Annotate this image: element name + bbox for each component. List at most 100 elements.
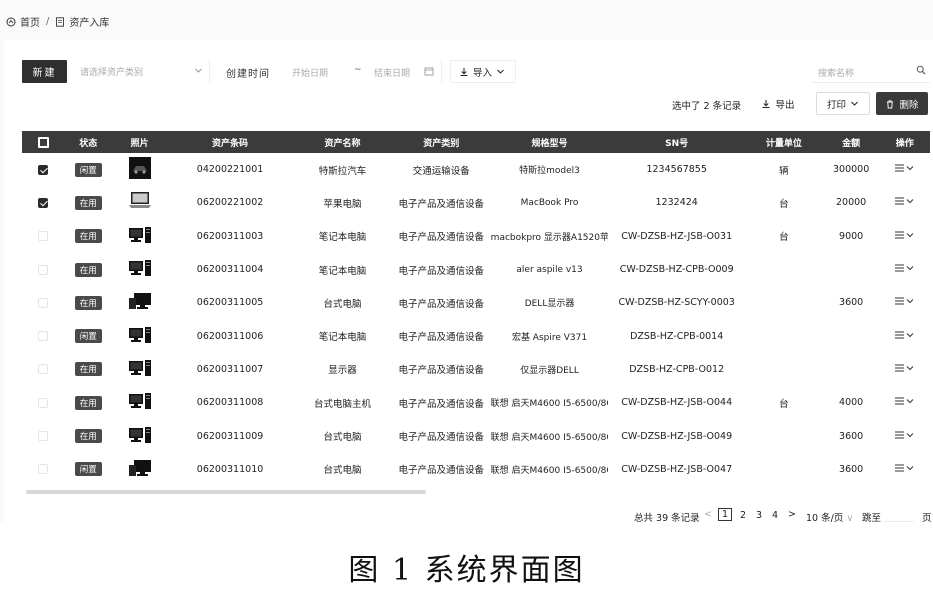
asset-name-cell: 特斯拉汽车 bbox=[318, 165, 367, 177]
date-range-picker[interactable]: 开始日期 ~ 结束日期 bbox=[282, 60, 442, 83]
select-all-checkbox[interactable] bbox=[37, 136, 49, 148]
end-date-input[interactable]: 结束日期 bbox=[374, 66, 410, 79]
chevron-down-icon bbox=[906, 432, 914, 437]
row-checkbox[interactable] bbox=[38, 264, 49, 275]
asset-photo-car[interactable] bbox=[128, 157, 151, 182]
row-checkbox[interactable] bbox=[38, 431, 49, 442]
page-size-select[interactable]: 10 条/页 ∨ bbox=[806, 510, 853, 522]
goto-page-input[interactable] bbox=[884, 506, 914, 522]
ops-cell bbox=[880, 419, 931, 452]
asset-spec-cell: macbokpro 显示器A1520苹果 bbox=[490, 232, 609, 243]
menu-icon bbox=[895, 431, 905, 439]
pagination-page-4[interactable]: 4 bbox=[772, 510, 778, 521]
new-button[interactable]: 新建 bbox=[22, 60, 67, 83]
row-checkbox[interactable] bbox=[38, 364, 49, 375]
table-row[interactable]: 在用 06200311009 台式电脑 电子产品及通信设备 联想 启天M4600 I5-… bbox=[22, 419, 930, 452]
asset-photo-desktop[interactable] bbox=[128, 325, 152, 348]
asset-amount-cell: 9000 bbox=[839, 230, 864, 242]
row-checkbox[interactable] bbox=[38, 331, 49, 342]
pagination-page-1[interactable]: 1 bbox=[718, 508, 733, 521]
row-checkbox[interactable] bbox=[38, 397, 49, 408]
row-checkbox[interactable] bbox=[38, 164, 49, 175]
chevron-down-icon bbox=[906, 166, 914, 171]
row-ops-menu[interactable] bbox=[895, 197, 914, 205]
asset-name-cell: 台式电脑 bbox=[323, 432, 362, 444]
row-ops-menu[interactable] bbox=[895, 431, 914, 439]
pagination-next[interactable]: > bbox=[788, 509, 796, 520]
asset-photo-laptop[interactable] bbox=[128, 190, 152, 215]
row-select-cell bbox=[22, 419, 64, 452]
pagination-prev[interactable]: < bbox=[704, 509, 712, 520]
table-row[interactable]: 在用 06200221002 苹果电脑 电子产品及通信设备 MacBook Pro 123… bbox=[22, 186, 930, 219]
table-row[interactable]: 在用 06200311008 台式电脑主机 电子产品及通信设备 联想 启天M4600 I… bbox=[22, 386, 930, 419]
asset-category-cell: 电子产品及通信设备 bbox=[398, 465, 485, 477]
row-ops-menu[interactable] bbox=[895, 364, 914, 372]
table-row[interactable]: 在用 06200311007 显示器 电子产品及通信设备 仅显示器DELL DZSB-HZ… bbox=[22, 353, 930, 386]
row-select-cell bbox=[22, 353, 64, 386]
table-row[interactable]: 在用 06200311005 台式电脑 电子产品及通信设备 DELL显示器 CW-DZSB… bbox=[22, 286, 930, 319]
horizontal-scrollbar[interactable] bbox=[26, 490, 426, 494]
breadcrumb-home[interactable]: 首页 bbox=[20, 14, 40, 29]
row-ops-menu[interactable] bbox=[895, 464, 914, 472]
export-button[interactable]: 导出 bbox=[752, 92, 804, 115]
row-checkbox[interactable] bbox=[38, 464, 49, 475]
status-cell: 在用 bbox=[64, 386, 112, 419]
table-row[interactable]: 在用 06200311003 笔记本电脑 电子产品及通信设备 macbokpro 显示器… bbox=[22, 220, 930, 253]
asset-name-cell: 台式电脑主机 bbox=[313, 398, 371, 410]
col-header-category: 资产类别 bbox=[423, 138, 460, 149]
menu-icon bbox=[895, 364, 905, 372]
table-header-row: 状态 照片 资产条码 资产名称 资产类别 规格型号 SN号 计量单位 金额 操作 bbox=[22, 131, 930, 153]
asset-category-cell: 电子产品及通信设备 bbox=[398, 398, 485, 410]
menu-icon bbox=[895, 331, 905, 339]
home-icon bbox=[6, 17, 16, 26]
asset-photo-desktop[interactable] bbox=[128, 391, 152, 414]
row-checkbox[interactable] bbox=[38, 297, 49, 308]
import-button[interactable]: 导入 bbox=[450, 60, 516, 83]
search-icon[interactable] bbox=[916, 65, 926, 75]
menu-icon bbox=[895, 231, 905, 239]
figure-caption: 图 1 系统界面图 bbox=[348, 553, 585, 588]
row-ops-menu[interactable] bbox=[895, 297, 914, 305]
row-ops-menu[interactable] bbox=[895, 231, 914, 239]
row-checkbox[interactable] bbox=[38, 231, 49, 242]
asset-unit-cell bbox=[745, 286, 823, 319]
asset-category-cell: 电子产品及通信设备 bbox=[398, 298, 485, 310]
asset-category-cell: 电子产品及通信设备 bbox=[398, 432, 485, 444]
row-ops-menu[interactable] bbox=[895, 164, 914, 172]
asset-amount-cell: 3600 bbox=[839, 297, 864, 309]
trash-icon bbox=[887, 99, 894, 108]
table-row[interactable]: 闲置 06200311010 台式电脑 电子产品及通信设备 联想 启天M4600 I5-… bbox=[22, 453, 930, 486]
table-row[interactable]: 闲置 06200311006 笔记本电脑 电子产品及通信设备 宏基 Aspire V37… bbox=[22, 319, 930, 352]
table-row[interactable]: 在用 06200311004 笔记本电脑 电子产品及通信设备 aler aspile v… bbox=[22, 253, 930, 286]
status-badge: 在用 bbox=[74, 429, 102, 444]
asset-photo-desktop[interactable] bbox=[128, 358, 152, 381]
asset-photo-monitor[interactable] bbox=[128, 291, 152, 314]
asset-photo-desktop[interactable] bbox=[128, 258, 152, 281]
ops-cell bbox=[880, 386, 931, 419]
table-row[interactable]: 闲置 04200221001 特斯拉汽车 交通运输设备 特斯拉model3 1234567… bbox=[22, 153, 930, 186]
row-checkbox[interactable] bbox=[38, 197, 49, 208]
download-icon bbox=[762, 99, 770, 108]
asset-photo-monitor[interactable] bbox=[128, 458, 152, 481]
status-badge: 在用 bbox=[74, 262, 102, 277]
selected-count-text: 选中了 2 条记录 bbox=[672, 101, 742, 112]
asset-code-cell: 06200311010 bbox=[196, 463, 264, 475]
row-ops-menu[interactable] bbox=[895, 397, 914, 405]
category-select[interactable]: 请选择资产类别 bbox=[72, 60, 210, 83]
chevron-down-icon bbox=[906, 232, 914, 237]
row-ops-menu[interactable] bbox=[895, 331, 914, 339]
start-date-input[interactable]: 开始日期 bbox=[292, 66, 328, 79]
asset-photo-desktop[interactable] bbox=[128, 225, 152, 248]
goto-label: 跳至 bbox=[862, 513, 882, 522]
status-badge: 闲置 bbox=[74, 329, 102, 344]
pagination-page-2[interactable]: 2 bbox=[740, 510, 746, 521]
asset-amount-cell bbox=[823, 253, 880, 286]
search-input[interactable]: 搜索名称 bbox=[812, 60, 930, 83]
asset-photo-desktop[interactable] bbox=[128, 425, 152, 448]
print-button[interactable]: 打印 bbox=[816, 92, 870, 115]
row-ops-menu[interactable] bbox=[895, 264, 914, 272]
photo-cell bbox=[112, 253, 167, 286]
delete-button[interactable]: 删除 bbox=[876, 92, 928, 115]
chevron-down-icon bbox=[851, 101, 858, 106]
pagination-page-3[interactable]: 3 bbox=[756, 510, 762, 521]
